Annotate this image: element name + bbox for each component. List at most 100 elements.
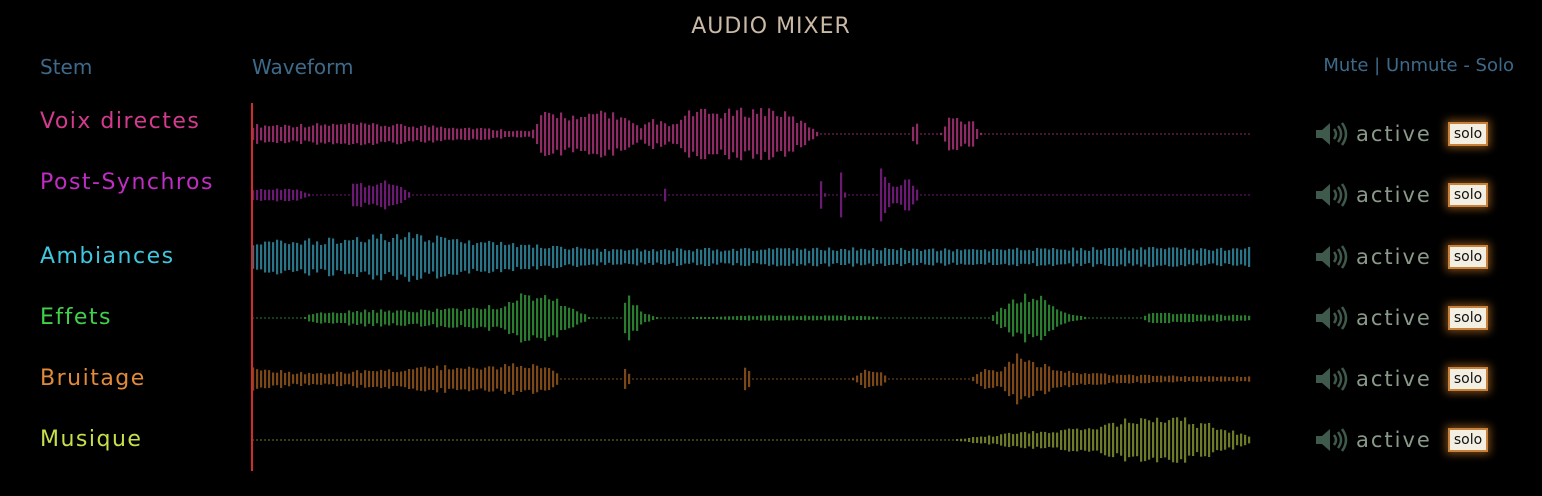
- waveform-bar: [600, 251, 603, 263]
- waveform-effets[interactable]: [252, 288, 1252, 348]
- waveform-bar: [1044, 248, 1047, 266]
- waveform-bar: [1132, 375, 1135, 383]
- mute-toggle[interactable]: active: [1356, 122, 1446, 146]
- stem-controls: active solo: [1314, 349, 1488, 409]
- waveform-bar: [960, 121, 963, 147]
- waveform-bar: [848, 250, 851, 264]
- waveform-bar: [508, 131, 511, 137]
- waveform-bar: [1000, 307, 1003, 329]
- waveform-bar: [416, 312, 419, 324]
- waveform-bar: [324, 313, 327, 323]
- mute-toggle[interactable]: active: [1356, 306, 1446, 330]
- waveform-bar: [832, 315, 835, 321]
- speaker-icon[interactable]: [1314, 426, 1352, 454]
- waveform-bar: [352, 371, 355, 387]
- solo-button[interactable]: solo: [1448, 306, 1488, 330]
- waveform-bar: [1160, 248, 1163, 266]
- waveform-bar: [284, 243, 287, 271]
- waveform-bar: [1004, 366, 1007, 392]
- playhead[interactable]: [251, 103, 253, 471]
- waveform-bar: [372, 234, 375, 280]
- waveform-bar: [444, 309, 447, 327]
- waveform-bar: [604, 112, 607, 156]
- waveform-bar: [844, 315, 847, 321]
- waveform-bar: [492, 242, 495, 272]
- solo-button[interactable]: solo: [1448, 367, 1488, 391]
- speaker-icon[interactable]: [1314, 120, 1352, 148]
- waveform-bar: [988, 251, 991, 263]
- waveform-bar: [888, 182, 891, 208]
- mute-toggle[interactable]: active: [1356, 367, 1446, 391]
- mute-toggle[interactable]: active: [1356, 428, 1446, 452]
- waveform-bar: [424, 125, 427, 143]
- waveform-bar: [940, 250, 943, 264]
- waveform-bar: [312, 244, 315, 270]
- waveform-bar: [800, 316, 803, 320]
- waveform-bar: [1036, 300, 1039, 336]
- waveform-bar: [380, 309, 383, 327]
- stem-row: Bruitage active solo: [0, 349, 1542, 409]
- speaker-icon[interactable]: [1314, 181, 1352, 209]
- waveform-voix-directes[interactable]: [252, 104, 1252, 164]
- waveform-bar: [488, 128, 491, 140]
- waveform-bar: [408, 192, 411, 198]
- waveform-bar: [612, 112, 615, 156]
- waveform-bar: [432, 242, 435, 272]
- waveform-bar: [1056, 249, 1059, 265]
- mute-toggle[interactable]: active: [1356, 183, 1446, 207]
- waveform-bar: [984, 369, 987, 389]
- waveform-bar: [612, 249, 615, 265]
- waveform-bar: [1044, 363, 1047, 395]
- waveform-bar: [364, 123, 367, 145]
- waveform-bar: [332, 238, 335, 276]
- solo-button[interactable]: solo: [1448, 183, 1488, 207]
- waveform-bar: [1216, 248, 1219, 266]
- solo-button[interactable]: solo: [1448, 245, 1488, 269]
- waveform-bar: [976, 374, 979, 384]
- waveform-bar: [556, 118, 559, 150]
- waveform-bar: [428, 368, 431, 390]
- waveform-bar: [424, 366, 427, 392]
- waveform-bar: [1228, 250, 1231, 264]
- waveform-bar: [464, 243, 467, 271]
- waveform-bar: [324, 244, 327, 270]
- waveform-bar: [1220, 429, 1223, 451]
- waveform-post-synchros[interactable]: [252, 165, 1252, 225]
- waveform-bruitage[interactable]: [252, 349, 1252, 409]
- waveform-bar: [336, 243, 339, 271]
- waveform-bar: [1192, 424, 1195, 456]
- waveform-bar: [1068, 314, 1071, 322]
- waveform-bar: [452, 308, 455, 328]
- waveform-bar: [396, 234, 399, 280]
- waveform-bar: [444, 237, 447, 277]
- waveform-bar: [516, 366, 519, 391]
- speaker-icon[interactable]: [1314, 243, 1352, 271]
- waveform-bar: [560, 306, 563, 331]
- waveform-bar: [1136, 249, 1139, 265]
- waveform-bar: [260, 189, 263, 201]
- waveform-ambiances[interactable]: [252, 227, 1252, 287]
- waveform-bar: [552, 370, 555, 388]
- solo-button[interactable]: solo: [1448, 122, 1488, 146]
- waveform-bar: [356, 370, 359, 388]
- waveform-bar: [476, 243, 479, 271]
- waveform-bar: [1148, 313, 1151, 323]
- mute-toggle[interactable]: active: [1356, 245, 1446, 269]
- waveform-musique[interactable]: [252, 410, 1252, 470]
- waveform-bar: [460, 311, 463, 325]
- controls-column-header: Mute | Unmute - Solo: [1323, 55, 1514, 76]
- waveform-bar: [1136, 376, 1139, 382]
- waveform-bar: [1076, 428, 1079, 452]
- speaker-icon[interactable]: [1314, 365, 1352, 393]
- waveform-bar: [388, 242, 391, 273]
- waveform-bar: [308, 314, 311, 322]
- speaker-icon[interactable]: [1314, 304, 1352, 332]
- waveform-bar: [596, 248, 599, 266]
- waveform-bar: [392, 372, 395, 386]
- solo-button[interactable]: solo: [1448, 428, 1488, 452]
- waveform-bar: [280, 240, 283, 274]
- waveform-bar: [1180, 249, 1183, 265]
- waveform-bar: [688, 250, 691, 264]
- waveform-bar: [708, 113, 711, 155]
- waveform-bar: [1016, 433, 1019, 447]
